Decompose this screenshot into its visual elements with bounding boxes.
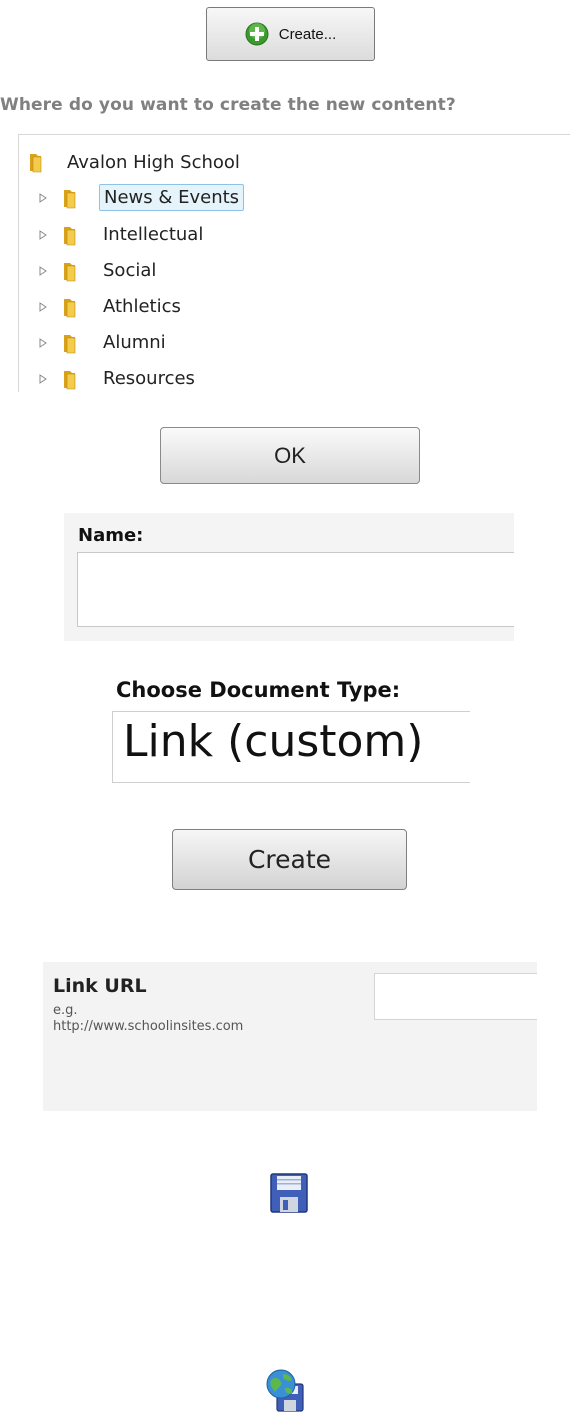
document-type-value: Link (custom)	[123, 716, 424, 767]
tree-item-athletics[interactable]: Athletics	[37, 294, 185, 319]
tree-item-label: News & Events	[99, 184, 245, 211]
folder-icon	[64, 370, 76, 389]
link-url-hint-example: http://www.schoolinsites.com	[53, 1019, 244, 1034]
link-url-hint-prefix: e.g.	[53, 1003, 78, 1018]
name-panel: Name:	[64, 513, 514, 641]
ok-button[interactable]: OK	[160, 427, 420, 484]
document-type-label: Choose Document Type:	[116, 678, 401, 702]
folder-icon	[64, 262, 76, 281]
link-url-panel: Link URL e.g. http://www.schoolinsites.c…	[43, 962, 537, 1111]
name-label: Name:	[78, 525, 144, 546]
folder-icon	[64, 226, 76, 245]
location-question: Where do you want to create the new cont…	[0, 95, 456, 115]
link-url-label: Link URL	[53, 975, 147, 997]
create-content-button[interactable]: Create...	[206, 7, 375, 61]
folder-icon	[64, 298, 76, 317]
tree-item-intellectual[interactable]: Intellectual	[37, 222, 207, 247]
folder-icon	[64, 189, 76, 208]
tree-item-social[interactable]: Social	[37, 258, 160, 283]
link-url-input[interactable]	[374, 973, 537, 1020]
expand-arrow-icon[interactable]	[37, 337, 49, 349]
tree-root-node[interactable]: Avalon High School	[29, 151, 240, 173]
folder-icon	[30, 154, 42, 173]
expand-arrow-icon[interactable]	[37, 265, 49, 277]
tree-item-news-events[interactable]: News & Events	[37, 184, 245, 211]
add-circle-icon	[245, 22, 269, 46]
tree-item-resources[interactable]: Resources	[37, 366, 199, 391]
name-input[interactable]	[77, 552, 514, 627]
content-tree: Avalon High School News & Events Intelle…	[18, 134, 570, 392]
expand-arrow-icon[interactable]	[37, 373, 49, 385]
tree-item-label: Intellectual	[103, 224, 204, 245]
save-and-publish-globe-icon[interactable]	[265, 1368, 305, 1412]
expand-arrow-icon[interactable]	[37, 192, 49, 204]
document-type-select[interactable]: Link (custom)	[112, 711, 470, 783]
save-floppy-icon[interactable]	[269, 1172, 309, 1214]
tree-item-alumni[interactable]: Alumni	[37, 330, 170, 355]
tree-item-label: Social	[103, 260, 157, 281]
expand-arrow-icon[interactable]	[37, 301, 49, 313]
expand-arrow-icon[interactable]	[37, 229, 49, 241]
folder-icon	[64, 334, 76, 353]
create-button-label: Create...	[278, 25, 337, 43]
tree-item-label: Athletics	[103, 296, 181, 317]
tree-item-label: Resources	[103, 368, 195, 389]
tree-root-label: Avalon High School	[67, 151, 240, 173]
create-document-button[interactable]: Create	[172, 829, 407, 890]
tree-item-label: Alumni	[103, 332, 166, 353]
